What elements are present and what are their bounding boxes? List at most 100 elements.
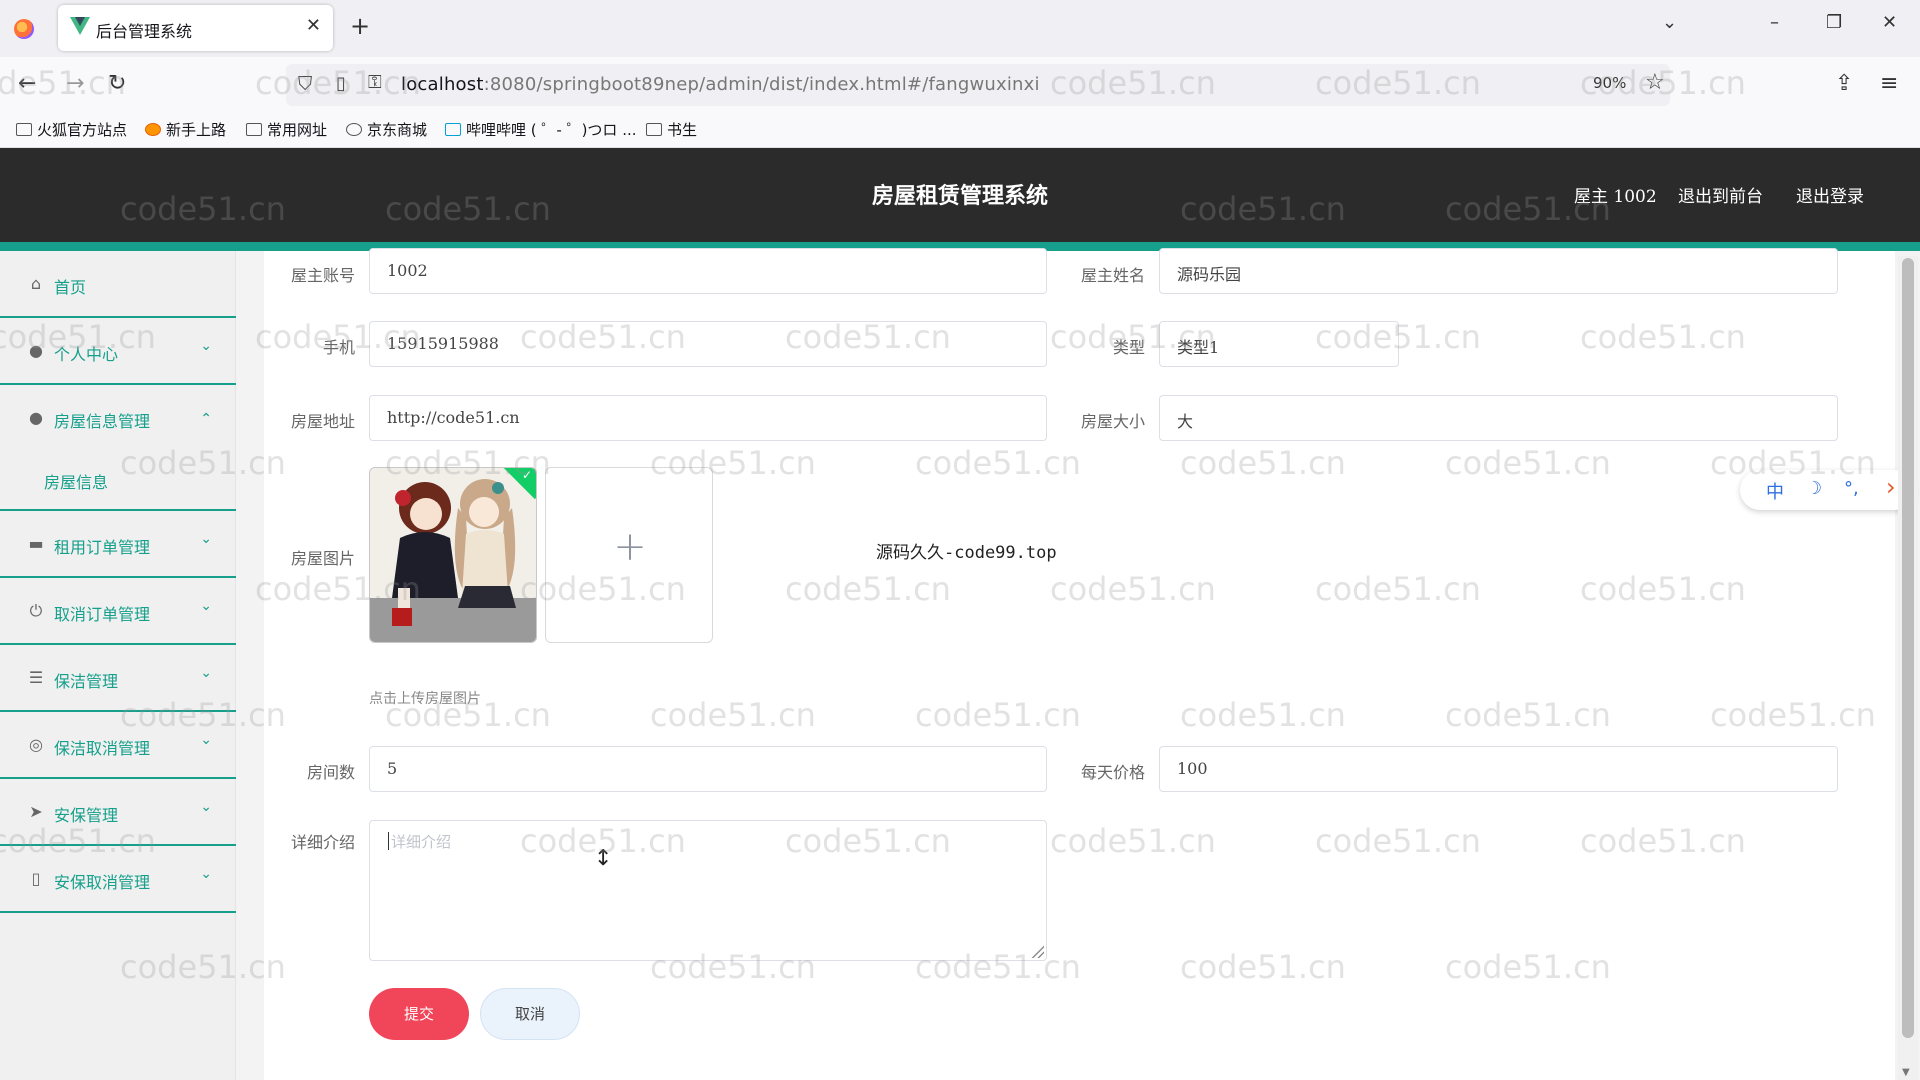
sidebar-item-label: 取消订单管理 — [54, 605, 151, 624]
cancel-button[interactable]: 取消 — [480, 988, 580, 1040]
chevron-down-icon: ⌄ — [200, 598, 212, 614]
owner-name-label: 屋主姓名 — [1080, 266, 1145, 285]
bilibili-icon — [445, 123, 461, 136]
owner-account-input[interactable]: 1002 — [369, 248, 1047, 294]
restore-window-icon[interactable]: ❐ — [1826, 12, 1842, 33]
detail-placeholder: 详细介绍 — [391, 833, 452, 851]
owner-name-input[interactable]: 源码乐园 — [1159, 248, 1838, 294]
url-text[interactable]: localhost:8080/springboot89nep/admin/dis… — [401, 74, 1040, 95]
upload-tip: 点击上传房屋图片 — [369, 691, 481, 707]
browser-nav-bar: ← → ↻ ⛉ ▯ ⚿ localhost:8080/springboot89n… — [0, 57, 1920, 114]
uploaded-house-image[interactable]: ✓ — [369, 467, 537, 643]
chevron-right-icon[interactable]: › — [1886, 473, 1896, 501]
phone-label: 手机 — [322, 338, 355, 357]
resize-handle[interactable] — [1030, 944, 1044, 958]
browser-tab-bar: 后台管理系统 ✕ + ⌄ – ❐ ✕ — [0, 0, 1920, 57]
user-icon: ● — [29, 408, 43, 427]
list-tabs-icon[interactable]: ⌄ — [1662, 12, 1677, 33]
scroll-down-icon[interactable]: ▼ — [1902, 1067, 1910, 1078]
sidebar-item-cleaning-cancel[interactable]: ◎ 保洁取消管理 ⌄ — [0, 712, 236, 779]
logout-link[interactable]: 退出登录 — [1796, 182, 1864, 207]
phone-input[interactable]: 15915915988 — [369, 321, 1047, 367]
sidebar: ⌂ 首页 ● 个人中心 ⌄ ● 房屋信息管理 ⌃ 房屋信息 ▬ 租用订单管理 ⌄… — [0, 251, 236, 1080]
sidebar-item-security-cancel[interactable]: ▯ 安保取消管理 ⌄ — [0, 846, 236, 913]
zoom-level[interactable]: 90% — [1593, 74, 1626, 92]
back-icon[interactable]: ← — [18, 71, 36, 96]
address-input[interactable]: http://code51.cn — [369, 395, 1047, 441]
sidebar-item-label: 房屋信息管理 — [54, 412, 151, 431]
url-bar[interactable]: ⛉ ▯ ⚿ localhost:8080/springboot89nep/adm… — [286, 64, 1670, 106]
bookmark-star-icon[interactable]: ☆ — [1645, 70, 1665, 95]
check-icon: ✓ — [521, 468, 532, 482]
permissions-icon[interactable]: ⚿ — [368, 72, 382, 93]
folder-icon — [646, 123, 662, 136]
folder-icon — [16, 123, 32, 136]
type-select[interactable]: 类型1 — [1159, 321, 1399, 367]
detail-label: 详细介绍 — [290, 833, 355, 852]
close-tab-icon[interactable]: ✕ — [306, 15, 321, 36]
page-scrollbar[interactable]: ▼ — [1898, 256, 1918, 1080]
moon-icon[interactable]: ☽ — [1806, 478, 1822, 499]
browser-tab[interactable]: 后台管理系统 ✕ — [58, 5, 333, 51]
sidebar-item-personal-center[interactable]: ● 个人中心 ⌄ — [0, 318, 236, 385]
exit-to-front-link[interactable]: 退出到前台 — [1678, 182, 1763, 207]
sidebar-item-label: 租用订单管理 — [54, 538, 151, 557]
compass-icon: ◎ — [29, 735, 43, 754]
forward-icon[interactable]: → — [66, 71, 84, 96]
sidebar-item-label: 安保取消管理 — [54, 873, 151, 892]
reload-icon[interactable]: ↻ — [108, 71, 126, 96]
sidebar-item-label: 保洁取消管理 — [54, 739, 151, 758]
bookmark-item[interactable]: 书生 — [646, 119, 697, 140]
vue-logo-icon — [70, 17, 90, 35]
minimize-window-icon[interactable]: – — [1770, 12, 1779, 33]
chevron-down-icon: ⌄ — [200, 338, 212, 354]
sidebar-item-label: 首页 — [54, 278, 87, 297]
owner-account-label: 屋主账号 — [290, 266, 355, 285]
sidebar-subitem-house-info[interactable]: 房屋信息 — [44, 469, 108, 493]
price-label: 每天价格 — [1080, 763, 1145, 782]
folder-icon — [246, 123, 262, 136]
sidebar-item-cancel-orders[interactable]: ⏻ 取消订单管理 ⌄ — [0, 578, 236, 645]
chevron-up-icon: ⌃ — [200, 411, 212, 427]
rooms-input[interactable]: 5 — [369, 746, 1047, 792]
list-icon: ☰ — [28, 668, 44, 687]
send-icon: ➤ — [29, 802, 43, 821]
upload-trigger[interactable]: + — [545, 467, 713, 643]
mobile-icon: ▯ — [31, 869, 41, 888]
address-label: 房屋地址 — [290, 412, 355, 431]
bookmark-item[interactable]: 常用网址 — [246, 119, 327, 140]
image-label: 房屋图片 — [290, 549, 355, 568]
menu-icon[interactable]: ≡ — [1880, 71, 1898, 96]
size-label: 房屋大小 — [1080, 412, 1145, 431]
ime-chinese-toggle[interactable]: 中 — [1766, 478, 1784, 504]
home-icon: ⌂ — [30, 274, 42, 293]
bookmark-item[interactable]: 哔哩哔哩 ( ゜- ゜)つロ ... — [445, 119, 637, 140]
briefcase-icon: ▬ — [28, 534, 44, 553]
sidebar-item-rental-orders[interactable]: ▬ 租用订单管理 ⌄ — [0, 511, 236, 578]
current-user: 屋主 1002 — [1574, 187, 1657, 207]
price-input[interactable]: 100 — [1159, 746, 1838, 792]
bookmark-item[interactable]: 新手上路 — [145, 119, 226, 140]
shield-icon[interactable]: ⛉ — [298, 73, 312, 95]
punctuation-icon[interactable]: °, — [1844, 478, 1859, 499]
detail-textarea[interactable]: 详细介绍 — [369, 820, 1047, 961]
new-tab-button[interactable]: + — [350, 12, 370, 40]
extensions-icon[interactable]: ⇪ — [1835, 71, 1853, 96]
sidebar-item-security[interactable]: ➤ 安保管理 ⌄ — [0, 779, 236, 846]
sidebar-item-cleaning[interactable]: ☰ 保洁管理 ⌄ — [0, 645, 236, 712]
rooms-label: 房间数 — [306, 763, 355, 782]
close-window-icon[interactable]: ✕ — [1882, 12, 1897, 33]
sidebar-item-home[interactable]: ⌂ 首页 — [0, 251, 236, 318]
chevron-down-icon: ⌄ — [200, 531, 212, 547]
globe-icon — [346, 123, 362, 136]
firefox-logo-icon — [14, 19, 34, 39]
app-header: 房屋租赁管理系统 屋主 1002 退出到前台 退出登录 — [0, 148, 1920, 242]
chevron-down-icon: ⌄ — [200, 866, 212, 882]
bookmark-item[interactable]: 火狐官方站点 — [16, 119, 127, 140]
ime-toolbar: 中 ☽ °, › — [1740, 470, 1915, 510]
submit-button[interactable]: 提交 — [369, 988, 469, 1040]
scrollbar-thumb[interactable] — [1902, 258, 1914, 1038]
bookmark-item[interactable]: 京东商城 — [346, 119, 427, 140]
size-input[interactable]: 大 — [1159, 395, 1838, 441]
sidebar-item-house-info-management[interactable]: ● 房屋信息管理 ⌃ 房屋信息 — [0, 385, 236, 511]
